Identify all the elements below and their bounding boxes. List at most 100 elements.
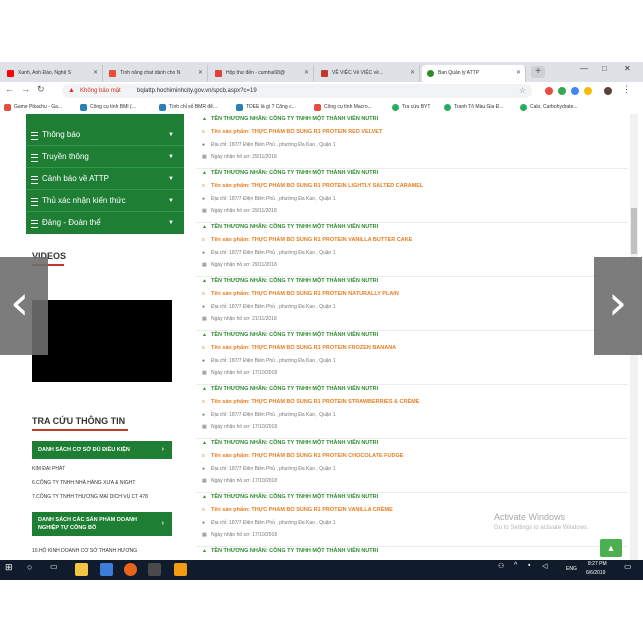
product-name[interactable]: Tên sản phẩm: THỰC PHẨM BỔ SUNG R1 PROTE…: [211, 399, 419, 405]
menu-item-dang-doan-the[interactable]: Đảng - Đoàn thể ▼: [26, 213, 184, 233]
bookmark-item[interactable]: Công cụ tính BMI (...: [80, 102, 136, 112]
bookmark-item[interactable]: Game Pikachu - Ga...: [4, 102, 62, 112]
video-player[interactable]: [32, 300, 172, 382]
app-icon[interactable]: [174, 563, 187, 576]
product-name[interactable]: Tên sản phẩm: THỰC PHẨM BỔ SUNG R1 PROTE…: [211, 291, 399, 297]
volume-icon[interactable]: ◁: [542, 562, 547, 570]
file-explorer-icon[interactable]: [75, 563, 88, 576]
product-name[interactable]: Tên sản phẩm: THỰC PHẨM BỔ SUNG R1 PROTE…: [211, 237, 412, 243]
extension-icon[interactable]: [571, 87, 579, 95]
next-image-button[interactable]: ›: [594, 257, 642, 355]
maximize-icon[interactable]: □: [602, 64, 607, 73]
menu-item-truyen-thong[interactable]: Truyền thông ▼: [26, 147, 184, 168]
warning-icon: ▲: [68, 87, 75, 94]
list-item[interactable]: 10.HỘ KINH DOANH CƠ SỞ THANH HƯƠNG: [32, 548, 137, 554]
previous-image-button[interactable]: ‹: [0, 257, 48, 355]
close-window-icon[interactable]: ✕: [624, 64, 631, 73]
browser-tab[interactable]: Hộp thư đến - cumhui68@ ✕: [210, 65, 314, 82]
search-icon[interactable]: ○: [27, 562, 32, 572]
star-icon[interactable]: ☆: [519, 84, 526, 98]
extension-icon[interactable]: [558, 87, 566, 95]
browser-tab-bar: Xanh, Anh Đào, Nghệ S ✕ Tính năng chat d…: [0, 62, 643, 82]
close-icon[interactable]: ✕: [198, 65, 203, 82]
eligible-facilities-button[interactable]: DANH SÁCH CƠ SỞ ĐỦ ĐIỀU KIỆN ›: [32, 441, 172, 459]
list-item[interactable]: ▲ TÊN THƯƠNG NHÂN: CÔNG TY TNHH MỘT THÀNH…: [196, 276, 628, 331]
calendar-icon: ▦: [202, 478, 207, 484]
product-name[interactable]: Tên sản phẩm: THỰC PHẨM BỔ SUNG R1 PROTE…: [211, 183, 423, 189]
bookmark-icon: [314, 104, 321, 111]
close-icon[interactable]: ✕: [516, 65, 521, 82]
company-name[interactable]: TÊN THƯƠNG NHÂN: CÔNG TY TNHH MỘT THÀNH …: [211, 548, 378, 554]
bookmark-item[interactable]: Tranh Tô Màu Gia Đ...: [444, 102, 503, 112]
bookmark-icon: [392, 104, 399, 111]
product-name[interactable]: Tên sản phẩm: THỰC PHẨM BỔ SUNG R1 PROTE…: [211, 129, 382, 135]
url-input[interactable]: ▲ Không bảo mật bqlattp.hochiminhcity.go…: [62, 84, 532, 98]
bookmark-item[interactable]: Tra cứu BYT: [392, 102, 430, 112]
extension-icon[interactable]: [584, 87, 592, 95]
extension-icon[interactable]: [545, 87, 553, 95]
back-icon[interactable]: ←: [5, 84, 14, 94]
list-item[interactable]: ▲ TÊN THƯƠNG NHÂN: CÔNG TY TNHH MỘT THÀNH…: [196, 330, 628, 385]
home-icon: ▲: [202, 278, 207, 284]
avatar[interactable]: [604, 87, 612, 95]
windows-start-icon[interactable]: ⊞: [5, 562, 13, 573]
scroll-to-top-button[interactable]: ▲: [600, 539, 622, 557]
list-item[interactable]: ▲ TÊN THƯƠNG NHÂN: CÔNG TY TNHH MỘT THÀNH…: [196, 168, 628, 223]
task-view-icon[interactable]: ▭: [50, 562, 58, 571]
list-item[interactable]: KIM ĐẠI PHÁT: [32, 466, 65, 472]
notification-icon[interactable]: ▭: [624, 562, 632, 571]
close-icon[interactable]: ✕: [93, 65, 98, 82]
people-icon[interactable]: ⚇: [498, 562, 504, 570]
menu-item-canh-bao[interactable]: Cảnh báo về ATTP ▼: [26, 169, 184, 190]
reload-icon[interactable]: ↻: [37, 84, 45, 95]
browser-tab[interactable]: VỀ VIỆC Về VIỆC về... ✕: [316, 65, 420, 82]
scrollbar-thumb[interactable]: [631, 208, 637, 254]
browser-tab[interactable]: Tính năng chat dành cho N ✕: [104, 65, 208, 82]
product-name[interactable]: Tên sản phẩm: THỰC PHẨM BỔ SUNG R1 PROTE…: [211, 507, 393, 513]
list-icon: ≡: [202, 129, 205, 135]
browser-tab-active[interactable]: Ban Quản lý ATTP ✕: [422, 65, 526, 82]
minimize-icon[interactable]: —: [580, 64, 588, 73]
bookmark-item[interactable]: TDEE là gì ? Công c...: [236, 102, 296, 112]
menu-kebab-icon[interactable]: ⋮: [622, 84, 631, 95]
firefox-icon[interactable]: [124, 563, 137, 576]
chevron-up-icon[interactable]: ^: [514, 562, 517, 569]
self-declared-products-button[interactable]: DANH SÁCH CÁC SẢN PHẨM DOANH NGHIỆP TỰ C…: [32, 512, 172, 536]
company-name[interactable]: TÊN THƯƠNG NHÂN: CÔNG TY TNHH MỘT THÀNH …: [211, 332, 378, 338]
company-name[interactable]: TÊN THƯƠNG NHÂN: CÔNG TY TNHH MỘT THÀNH …: [211, 116, 378, 122]
company-name[interactable]: TÊN THƯƠNG NHÂN: CÔNG TY TNHH MỘT THÀNH …: [211, 440, 378, 446]
chrome-icon[interactable]: [148, 563, 161, 576]
network-icon[interactable]: ▪: [528, 562, 530, 569]
home-icon: ▲: [202, 224, 207, 230]
bookmark-item[interactable]: Tính chỉ số BMR để...: [159, 102, 217, 112]
company-name[interactable]: TÊN THƯƠNG NHÂN: CÔNG TY TNHH MỘT THÀNH …: [211, 278, 378, 284]
menu-item-thu-xac-nhan[interactable]: Thủ xác nhận kiến thức ▼: [26, 191, 184, 212]
clock-date[interactable]: 6/6/2019: [586, 570, 605, 576]
menu-item-thong-bao[interactable]: Thông báo ▼: [26, 125, 184, 146]
list-item[interactable]: 7.CÔNG TY TNHH THƯƠNG MẠI DỊCH VỤ CT 478: [32, 494, 148, 500]
list-item[interactable]: 6.CÔNG TY TNHH NHÀ HÀNG XƯA & NIGHT: [32, 480, 135, 486]
list-item[interactable]: ▲ TÊN THƯƠNG NHÂN: CÔNG TY TNHH MỘT THÀNH…: [196, 384, 628, 439]
list-item[interactable]: ▲ TÊN THƯƠNG NHÂN: CÔNG TY TNHH MỘT THÀNH…: [196, 222, 628, 277]
bookmark-item[interactable]: Calo, Carbohydrate...: [520, 102, 578, 112]
close-icon[interactable]: ✕: [410, 65, 415, 82]
bookmark-item[interactable]: Công cụ tính Macro...: [314, 102, 372, 112]
company-name[interactable]: TÊN THƯƠNG NHÂN: CÔNG TY TNHH MỘT THÀNH …: [211, 224, 378, 230]
company-name[interactable]: TÊN THƯƠNG NHÂN: CÔNG TY TNHH MỘT THÀNH …: [211, 170, 378, 176]
list-item[interactable]: ▲ TÊN THƯƠNG NHÂN: CÔNG TY TNHH MỘT THÀNH…: [196, 114, 628, 169]
product-name[interactable]: Tên sản phẩm: THỰC PHẨM BỔ SUNG R1 PROTE…: [211, 345, 396, 351]
bookmark-icon: [80, 104, 87, 111]
browser-tab[interactable]: Xanh, Anh Đào, Nghệ S ✕: [2, 65, 103, 82]
company-name[interactable]: TÊN THƯƠNG NHÂN: CÔNG TY TNHH MỘT THÀNH …: [211, 494, 378, 500]
product-name[interactable]: Tên sản phẩm: THỰC PHẨM BỔ SUNG R1 PROTE…: [211, 453, 403, 459]
list-item[interactable]: ▲ TÊN THƯƠNG NHÂN: CÔNG TY TNHH MỘT THÀNH…: [196, 438, 628, 493]
date-text: Ngày nhận hồ sơ: 29/11/2018: [211, 262, 277, 268]
store-icon[interactable]: [100, 563, 113, 576]
company-name[interactable]: TÊN THƯƠNG NHÂN: CÔNG TY TNHH MỘT THÀNH …: [211, 386, 378, 392]
clock-time[interactable]: 8:27 PM: [588, 561, 607, 567]
new-tab-button[interactable]: +: [531, 66, 545, 78]
close-icon[interactable]: ✕: [304, 65, 309, 82]
language-indicator[interactable]: ENG: [566, 566, 577, 572]
forward-icon[interactable]: →: [21, 84, 30, 94]
security-label[interactable]: Không bảo mật: [80, 84, 121, 98]
